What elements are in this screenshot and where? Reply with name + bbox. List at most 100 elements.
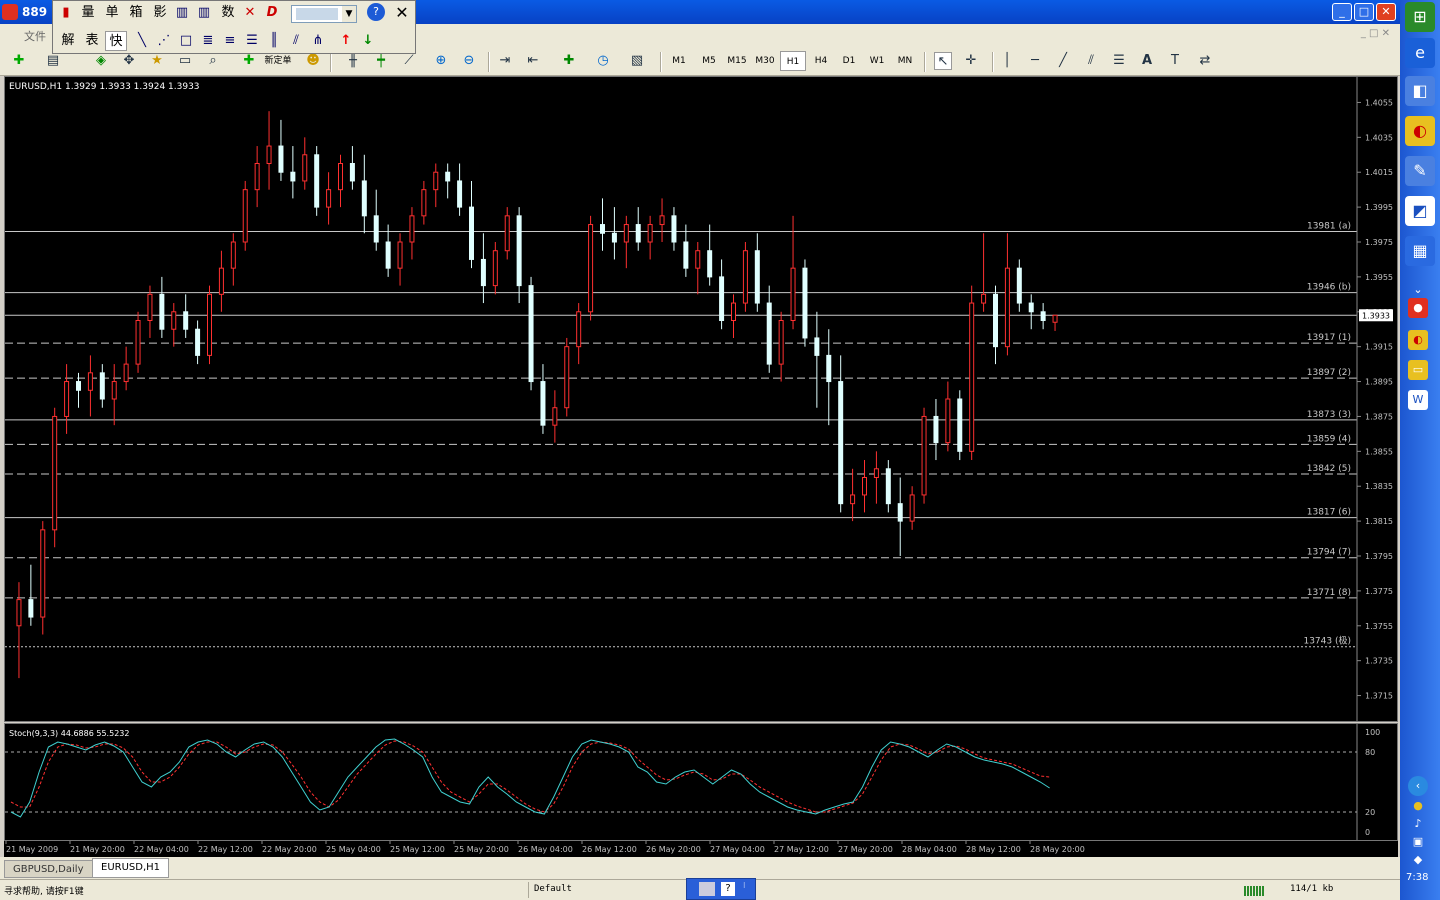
close-icon[interactable]: ✕ xyxy=(391,3,413,23)
fibo-levels-icon[interactable]: ≣ xyxy=(197,31,219,51)
parallel-line-icon[interactable]: ⋰ xyxy=(153,31,175,51)
mdi-controls[interactable]: _ □ ✕ xyxy=(1340,28,1390,42)
text-label-icon[interactable]: T xyxy=(1166,52,1184,70)
zoom-in-icon[interactable]: ⊕ xyxy=(432,52,450,70)
histogram-alt-icon[interactable]: ▥ xyxy=(193,3,215,23)
favorites-icon[interactable]: ★ xyxy=(148,52,166,70)
keyboard-icon[interactable] xyxy=(699,882,715,896)
windows-logo-icon[interactable]: ⊞ xyxy=(1405,2,1435,32)
timeframe-h1[interactable]: H1 xyxy=(780,51,806,71)
stochastic-panel[interactable]: 100 80 20 0 Stoch(9,3,3) 44.6886 55.5232 xyxy=(4,723,1398,841)
shadow-button[interactable]: 影 xyxy=(149,3,171,23)
volume-button[interactable]: 量 xyxy=(77,3,99,23)
arrows-icon[interactable]: ⇄ xyxy=(1196,52,1214,70)
vertical-line-icon[interactable]: │ xyxy=(998,52,1016,70)
timeframe-d1[interactable]: D1 xyxy=(836,51,862,71)
profiles-icon[interactable]: ▤ xyxy=(44,52,62,70)
help-icon[interactable]: ? xyxy=(367,3,385,21)
ime-menu-icon[interactable]: ⁝ xyxy=(743,881,746,890)
market-watch-icon[interactable]: ◈ xyxy=(92,52,110,70)
time-zones-icon[interactable]: ║ xyxy=(263,31,285,51)
folder-icon[interactable]: ▭ xyxy=(1408,360,1428,380)
media-player-icon[interactable]: ◐ xyxy=(1405,116,1435,146)
media-small-icon[interactable]: ◐ xyxy=(1408,330,1428,350)
tab-eurusd-h1[interactable]: EURUSD,H1 xyxy=(92,858,170,878)
single-button[interactable]: 单 xyxy=(101,3,123,23)
tab-gbpusd-daily[interactable]: GBPUSD,Daily xyxy=(4,860,93,878)
indicators-icon[interactable]: ✚ xyxy=(560,52,578,70)
gann-line-icon[interactable]: ⫽ xyxy=(285,31,307,51)
crossover-icon[interactable]: ✕ xyxy=(239,3,261,23)
symbol-combo[interactable]: ▼ xyxy=(291,5,357,23)
timeframe-w1[interactable]: W1 xyxy=(864,51,890,71)
fibonacci-icon[interactable]: ☰ xyxy=(1110,52,1128,70)
table-button[interactable]: 表 xyxy=(81,31,103,51)
tray-qq-icon[interactable]: ● xyxy=(1408,796,1428,816)
gann-fan-icon[interactable]: ⋔ xyxy=(307,31,329,51)
tray-volume-icon[interactable]: ♪ xyxy=(1408,814,1428,834)
chevron-down-icon[interactable]: ▼ xyxy=(342,6,356,22)
pencil-cup-icon[interactable]: ✎ xyxy=(1405,156,1435,186)
candle-body xyxy=(135,320,141,365)
histogram-icon[interactable]: ▥ xyxy=(171,3,193,23)
fibo-expansion-icon[interactable]: ≡ xyxy=(219,31,241,51)
expert-advisors-icon[interactable]: ☻ xyxy=(304,52,322,70)
timeframe-m5[interactable]: M5 xyxy=(696,51,722,71)
tray-security-icon[interactable]: ◆ xyxy=(1408,850,1428,870)
box-button[interactable]: 箱 xyxy=(125,3,147,23)
new-chart-icon[interactable]: ✚ xyxy=(10,52,28,70)
candlestick-icon[interactable]: ┿ xyxy=(372,52,390,70)
price-chart[interactable]: 13981 (a) 13946 (b) 13917 (1) 13897 (2) 1387… xyxy=(4,76,1398,722)
line-draw-icon[interactable]: ╲ xyxy=(131,31,153,51)
line-chart-icon[interactable]: ⟋ xyxy=(400,52,418,70)
crosshair-icon[interactable]: ✛ xyxy=(962,52,980,70)
chart-shift-icon[interactable]: ⇤ xyxy=(524,52,542,70)
cursor-icon[interactable]: ↖ xyxy=(934,52,952,70)
horizontal-line-icon[interactable]: ─ xyxy=(1026,52,1044,70)
navigator-icon[interactable]: ✥ xyxy=(120,52,138,70)
terminal-icon[interactable]: ▭ xyxy=(176,52,194,70)
close-button[interactable]: ✕ xyxy=(1376,3,1396,21)
templates-icon[interactable]: ▧ xyxy=(628,52,646,70)
fast-button[interactable]: 快 xyxy=(105,31,127,51)
arrow-down-icon[interactable]: ↓ xyxy=(357,31,379,51)
tray-network-icon[interactable]: ▣ xyxy=(1408,832,1428,852)
timeframe-h4[interactable]: H4 xyxy=(808,51,834,71)
checker-icon[interactable]: ◩ xyxy=(1405,196,1435,226)
maximize-button[interactable]: □ xyxy=(1354,3,1374,21)
minimize-button[interactable]: _ xyxy=(1332,3,1352,21)
tester-icon[interactable]: ⌕ xyxy=(204,52,222,70)
timeframe-m30[interactable]: M30 xyxy=(752,51,778,71)
auto-scroll-icon[interactable]: ⇥ xyxy=(496,52,514,70)
zoom-out-icon[interactable]: ⊖ xyxy=(460,52,478,70)
dx-icon[interactable]: D xyxy=(261,3,283,23)
analysis-button[interactable]: 解 xyxy=(57,31,79,51)
new-order-button[interactable]: 新定单 xyxy=(260,51,296,71)
new-order-icon[interactable]: ✚ xyxy=(240,52,258,70)
menu-file[interactable]: 文件 xyxy=(24,28,46,44)
timeframe-mn[interactable]: MN xyxy=(892,51,918,71)
network-icon[interactable]: ▦ xyxy=(1405,236,1435,266)
data-button[interactable]: 数 xyxy=(217,3,239,23)
text-tool-icon[interactable]: A xyxy=(1138,52,1156,70)
expand-icon[interactable]: ⌄ xyxy=(1408,280,1428,300)
tray-expand-icon[interactable]: ‹ xyxy=(1408,776,1428,796)
price-tick-label: 1.3795 xyxy=(1365,552,1393,561)
app-launcher-icon[interactable]: ◧ xyxy=(1405,76,1435,106)
ime-help-icon[interactable]: ? xyxy=(721,882,735,896)
candle-chart-icon[interactable]: ▮ xyxy=(55,3,77,23)
arrow-up-icon[interactable]: ↑ xyxy=(335,31,357,51)
timeframe-m1[interactable]: M1 xyxy=(666,51,692,71)
timeframe-m15[interactable]: M15 xyxy=(724,51,750,71)
input-method-bar[interactable]: ? ⁝ xyxy=(686,878,756,900)
browser-icon[interactable]: e xyxy=(1405,38,1435,68)
equidistant-channel-icon[interactable]: ⫽ xyxy=(1082,52,1100,70)
trading-app-icon[interactable]: ● xyxy=(1408,298,1428,318)
rectangle-icon[interactable]: □ xyxy=(175,31,197,51)
candle-body xyxy=(528,285,534,383)
bar-chart-icon[interactable]: ╫ xyxy=(344,52,362,70)
periods-icon[interactable]: ◷ xyxy=(594,52,612,70)
word-doc-icon[interactable]: W xyxy=(1408,390,1428,410)
fibo-channel-icon[interactable]: ☰ xyxy=(241,31,263,51)
trendline-icon[interactable]: ╱ xyxy=(1054,52,1072,70)
